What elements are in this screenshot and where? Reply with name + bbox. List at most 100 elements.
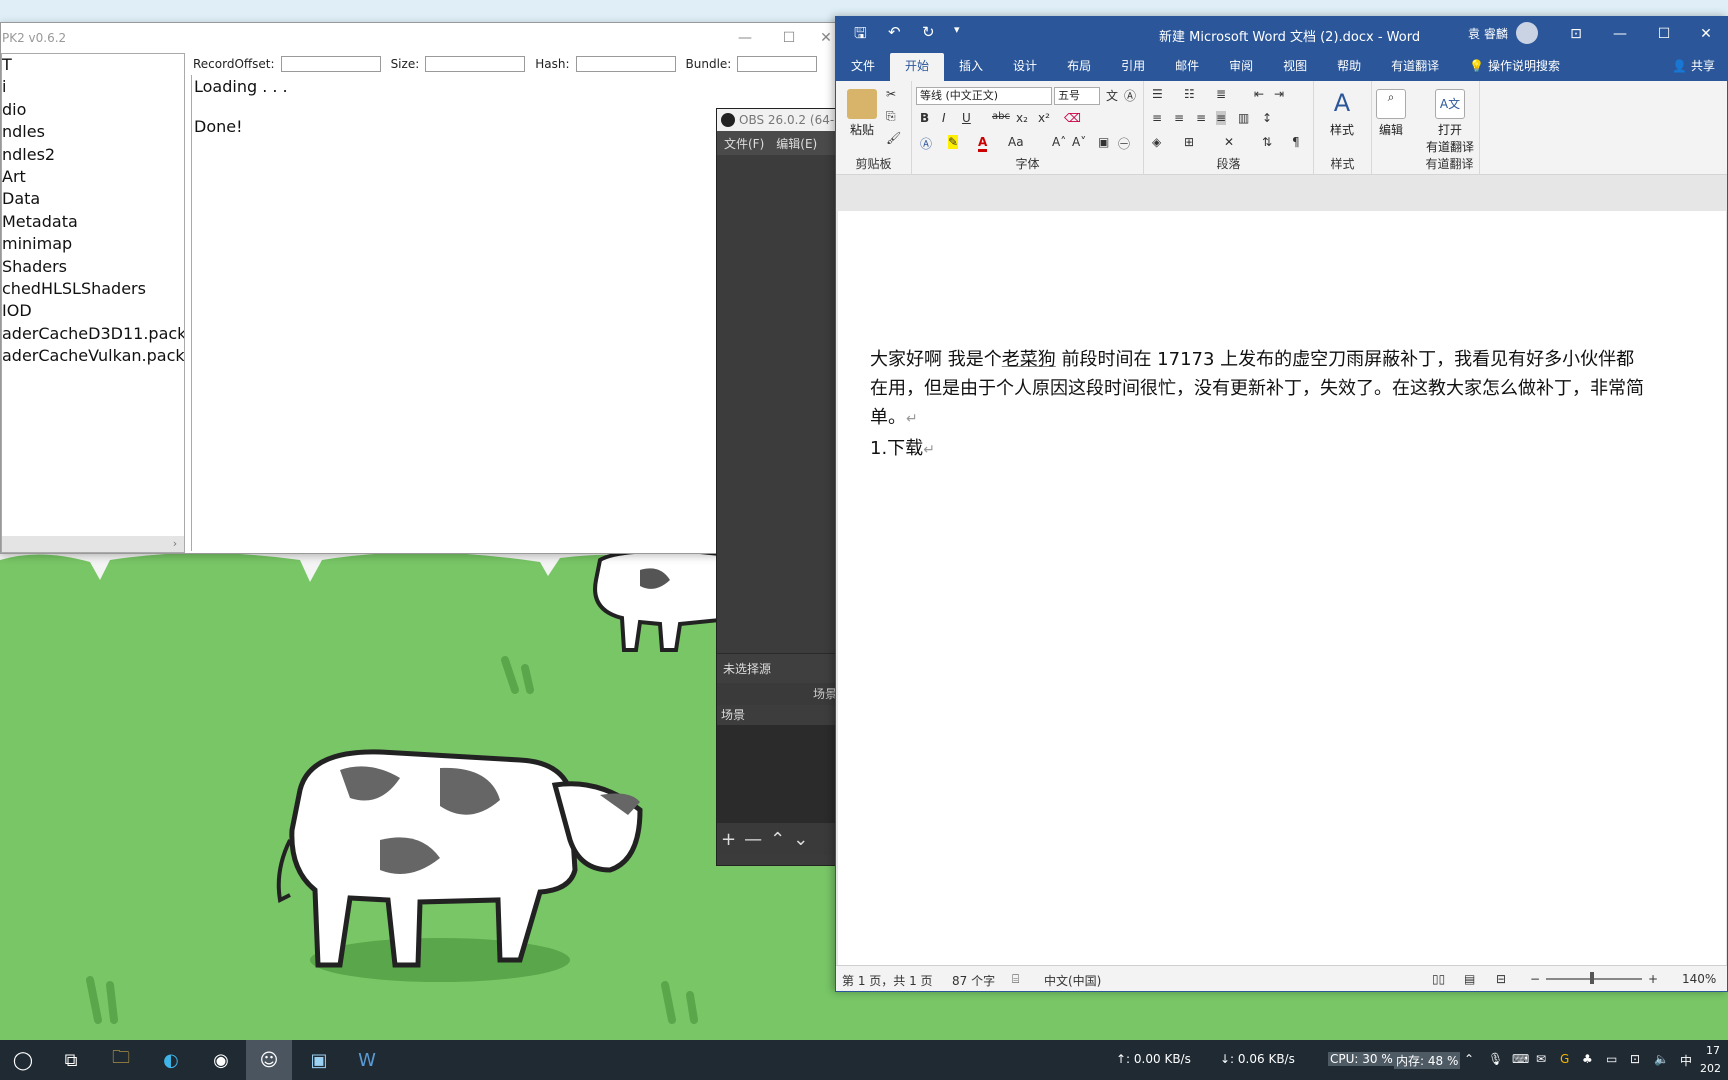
zoom-in-icon[interactable]: + (1648, 972, 1658, 986)
wechat-icon[interactable]: ✉ (1536, 1052, 1546, 1066)
obs-preview[interactable] (717, 155, 841, 653)
tab-insert[interactable]: 插入 (944, 53, 998, 81)
tab-references[interactable]: 引用 (1106, 53, 1160, 81)
sort-icon[interactable]: ⇅ (1262, 135, 1272, 149)
chinese-layout-icon[interactable]: ✕ (1224, 135, 1234, 149)
bold-button[interactable]: B (920, 111, 929, 125)
grow-font-icon[interactable]: A˄ (1052, 135, 1066, 149)
move-up-icon[interactable]: ⌃ (770, 829, 785, 850)
word-maximize-button[interactable]: ☐ (1642, 21, 1686, 47)
zoom-level[interactable]: 140% (1682, 972, 1716, 986)
font-color-button[interactable]: A (978, 135, 988, 152)
obs-scene-item[interactable]: 场景 (717, 705, 841, 725)
format-painter-icon[interactable]: 🖌 (886, 131, 901, 145)
tab-layout[interactable]: 布局 (1052, 53, 1106, 81)
tab-mailings[interactable]: 邮件 (1160, 53, 1214, 81)
tab-design[interactable]: 设计 (998, 53, 1052, 81)
tree-row[interactable]: minimap (2, 233, 184, 255)
char-border-icon[interactable]: Ⓐ (1124, 87, 1136, 104)
tab-youdao[interactable]: 有道翻译 (1376, 53, 1454, 81)
share-button[interactable]: 👤 共享 (1672, 57, 1715, 74)
record-offset-input[interactable] (280, 56, 381, 72)
tab-review[interactable]: 审阅 (1214, 53, 1268, 81)
qq-icon[interactable]: ♣ (1582, 1052, 1593, 1066)
tab-help[interactable]: 帮助 (1322, 53, 1376, 81)
print-layout-icon[interactable]: ▤ (1464, 972, 1475, 986)
word-count[interactable]: 87 个字 (952, 972, 995, 989)
customize-qat-icon[interactable]: ▾ (954, 23, 960, 36)
line-spacing-icon[interactable]: ↕ (1262, 111, 1272, 125)
zoom-out-icon[interactable]: − (1530, 972, 1540, 986)
file-explorer-icon[interactable]: 🗀 (98, 1040, 144, 1080)
tree-row[interactable]: Shaders (2, 256, 184, 278)
styles-button[interactable]: A 样式 (1322, 89, 1362, 138)
clear-formatting-icon[interactable]: ⌫ (1064, 111, 1081, 125)
avatar-app-taskbar-icon[interactable]: ☺ (246, 1040, 292, 1080)
subscript-button[interactable]: x₂ (1016, 111, 1028, 125)
font-size-select[interactable]: 五号 (1054, 87, 1100, 105)
cortana-search-icon[interactable]: ◯ (0, 1040, 46, 1080)
align-center-icon[interactable]: ≡ (1174, 111, 1184, 125)
shrink-font-icon[interactable]: A˅ (1072, 135, 1086, 149)
shading-icon[interactable]: ◈ (1152, 135, 1161, 149)
remove-scene-icon[interactable]: — (744, 829, 762, 850)
tree-row[interactable]: T (2, 54, 184, 76)
add-scene-icon[interactable]: + (721, 829, 736, 850)
zoom-slider-thumb[interactable] (1590, 972, 1594, 984)
tree-row[interactable]: ndles2 (2, 144, 184, 166)
google-icon[interactable]: G (1560, 1052, 1569, 1066)
clock-date[interactable]: 202 (1700, 1062, 1721, 1075)
open-youdao-button[interactable]: A文 打开 有道翻译 (1424, 89, 1476, 155)
pk2-taskbar-icon[interactable]: ▣ (296, 1040, 342, 1080)
scroll-right-icon[interactable]: › (168, 536, 182, 552)
tell-me-search[interactable]: 💡 操作说明搜索 (1454, 53, 1575, 81)
underline-button[interactable]: U (962, 111, 971, 125)
tree-row[interactable]: i (2, 76, 184, 98)
edge-icon[interactable]: ◐ (148, 1040, 194, 1080)
obs-menu-edit[interactable]: 编辑(E) (776, 135, 817, 152)
keyboard-icon[interactable]: ⌨ (1512, 1052, 1529, 1066)
enclose-char-icon[interactable]: ㊀ (1118, 135, 1130, 152)
word-close-button[interactable]: ✕ (1686, 21, 1726, 47)
highlight-icon[interactable]: ✎ (948, 135, 959, 149)
ribbon-display-options-icon[interactable]: ⊡ (1554, 21, 1598, 47)
ime-indicator[interactable]: 中 (1680, 1052, 1692, 1069)
document-body[interactable]: 大家好啊 我是个老菜狗 前段时间在 17173 上发布的虚空刀雨屏蔽补丁，我看见… (870, 345, 1650, 465)
justify-icon[interactable]: ≡ (1216, 111, 1227, 125)
phonetic-guide-icon[interactable]: 文 (1106, 87, 1118, 104)
web-layout-icon[interactable]: ⊟ (1496, 972, 1506, 986)
word-taskbar-icon[interactable]: W (344, 1040, 390, 1080)
clock-time[interactable]: 17 (1706, 1044, 1720, 1057)
copy-icon[interactable]: ⎘ (886, 109, 896, 124)
word-minimize-button[interactable]: — (1598, 21, 1642, 47)
save-icon[interactable]: 🖫 (854, 23, 867, 48)
increase-indent-icon[interactable]: ⇥ (1274, 87, 1284, 101)
char-shading-icon[interactable]: ▣ (1098, 135, 1109, 149)
tree-row[interactable]: Data (2, 188, 184, 210)
volume-icon[interactable]: 🔈 (1654, 1052, 1669, 1066)
tree-row[interactable]: Metadata (2, 211, 184, 233)
obs-taskbar-icon[interactable]: ◉ (198, 1040, 244, 1080)
edit-button[interactable]: ⌕ 编辑 (1374, 89, 1408, 138)
hash-input[interactable] (575, 56, 676, 72)
show-marks-icon[interactable]: ¶ (1292, 135, 1300, 149)
text-effects-icon[interactable]: Ⓐ (920, 135, 932, 152)
tree-horizontal-scrollbar[interactable]: › (2, 536, 184, 552)
battery-icon[interactable]: ▭ (1606, 1052, 1617, 1066)
undo-icon[interactable]: ↶ (888, 23, 901, 41)
tree-row[interactable]: aderCacheD3D11.packed (2, 323, 184, 345)
avatar[interactable] (1516, 22, 1538, 44)
borders-icon[interactable]: ⊞ (1184, 135, 1194, 149)
pk2-titlebar[interactable]: PK2 v0.6.2 — ☐ ✕ (1, 23, 839, 53)
obs-scene-list[interactable]: 场景 (717, 705, 841, 823)
page-count[interactable]: 第 1 页，共 1 页 (842, 972, 933, 989)
tray-chevron-icon[interactable]: ⌃ (1464, 1052, 1474, 1066)
redo-icon[interactable]: ↻ (922, 23, 935, 41)
tree-row[interactable]: IOD (2, 300, 184, 322)
bullets-icon[interactable]: ☰ (1152, 87, 1163, 101)
task-view-icon[interactable]: ⧉ (48, 1040, 94, 1080)
move-down-icon[interactable]: ⌄ (793, 829, 808, 850)
strikethrough-button[interactable]: abc (992, 111, 1010, 122)
document-page[interactable]: 大家好啊 我是个老菜狗 前段时间在 17173 上发布的虚空刀雨屏蔽补丁，我看见… (838, 211, 1726, 965)
pk2-file-tree[interactable]: T i dio ndles ndles2 Art Data Metadata m… (1, 53, 185, 553)
